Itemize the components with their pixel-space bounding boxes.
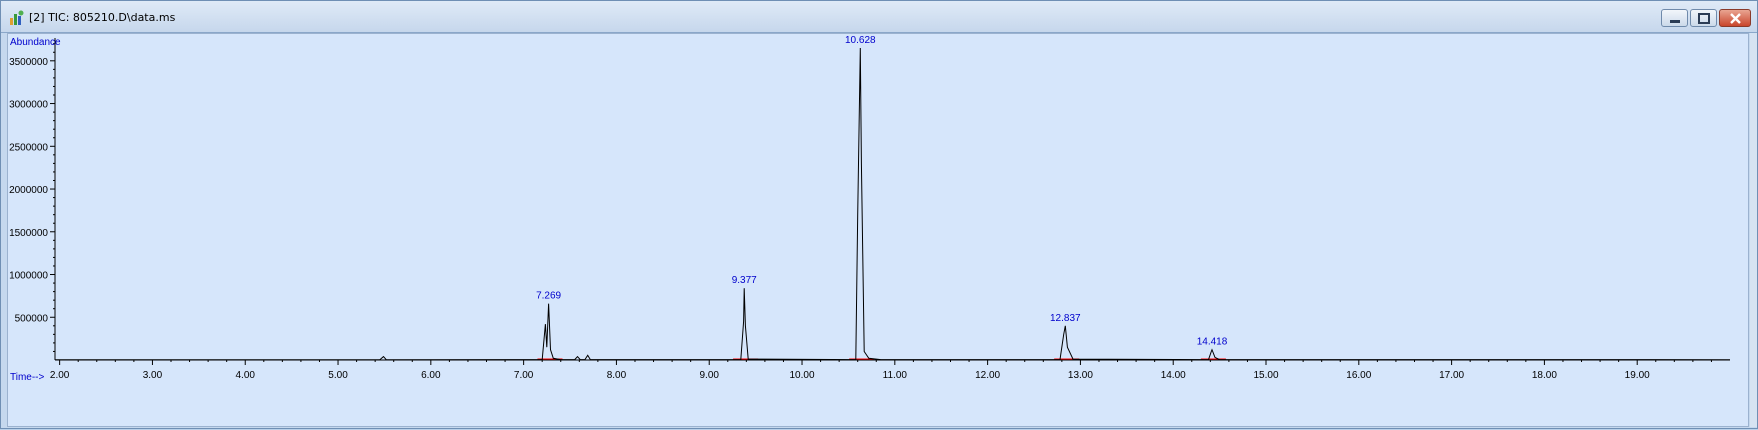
- chromatogram-window: [2] TIC: 805210.D\data.ms 500000 1000000 1…: [0, 0, 1758, 429]
- peak-label: 10.628: [845, 35, 876, 46]
- plot-area[interactable]: 500000 1000000 1500000 2000000 2500000 300000…: [7, 33, 1749, 427]
- y-tick-label: 1500000: [9, 228, 48, 239]
- y-tick-label: 1000000: [9, 271, 48, 282]
- y-tick-label: 2500000: [9, 142, 48, 153]
- restore-icon: [1698, 13, 1710, 24]
- x-tick-label: 10.00: [790, 370, 815, 381]
- chromatogram-chart: 500000 1000000 1500000 2000000 2500000 300000…: [9, 35, 1731, 383]
- minimize-icon: [1670, 20, 1680, 23]
- x-tick-label: 14.00: [1161, 370, 1186, 381]
- tic-trace: [55, 47, 1731, 361]
- x-tick-label: 6.00: [421, 370, 441, 381]
- x-tick-label: 8.00: [607, 370, 627, 381]
- x-axis-label: Time-->: [10, 372, 45, 383]
- chromatogram-icon: [10, 10, 24, 25]
- vertical-scrollbar[interactable]: [1750, 33, 1757, 427]
- x-tick-label: 11.00: [883, 370, 908, 381]
- x-tick-label: 18.00: [1532, 370, 1557, 381]
- minimize-button[interactable]: [1661, 9, 1688, 27]
- x-tick-label: 4.00: [236, 370, 256, 381]
- x-tick-label: 2.00: [50, 370, 70, 381]
- close-button[interactable]: [1719, 9, 1751, 27]
- x-tick-label: 17.00: [1439, 370, 1464, 381]
- peak-label: 7.269: [536, 291, 561, 302]
- y-tick-label: 500000: [15, 313, 49, 324]
- x-tick-label: 3.00: [143, 370, 163, 381]
- peak-label: 12.837: [1050, 313, 1081, 324]
- window-title: [2] TIC: 805210.D\data.ms: [29, 11, 176, 24]
- x-tick-label: 9.00: [699, 370, 719, 381]
- peak-label: 14.418: [1197, 337, 1228, 348]
- x-tick-label: 5.00: [328, 370, 348, 381]
- y-tick-label: 2000000: [9, 185, 48, 196]
- x-tick-label: 16.00: [1346, 370, 1371, 381]
- x-tick-label: 13.00: [1068, 370, 1093, 381]
- x-tick-label: 15.00: [1253, 370, 1278, 381]
- restore-button[interactable]: [1690, 9, 1717, 27]
- x-tick-label: 7.00: [514, 370, 534, 381]
- y-axis-label: Abundance: [10, 37, 61, 48]
- y-tick-label: 3500000: [9, 57, 48, 68]
- close-icon: [1730, 13, 1741, 24]
- x-tick-label: 12.00: [975, 370, 1000, 381]
- peak-label: 9.377: [732, 275, 757, 286]
- x-tick-label: 19.00: [1625, 370, 1650, 381]
- title-bar[interactable]: [2] TIC: 805210.D\data.ms: [1, 1, 1757, 33]
- y-tick-label: 3000000: [9, 100, 48, 111]
